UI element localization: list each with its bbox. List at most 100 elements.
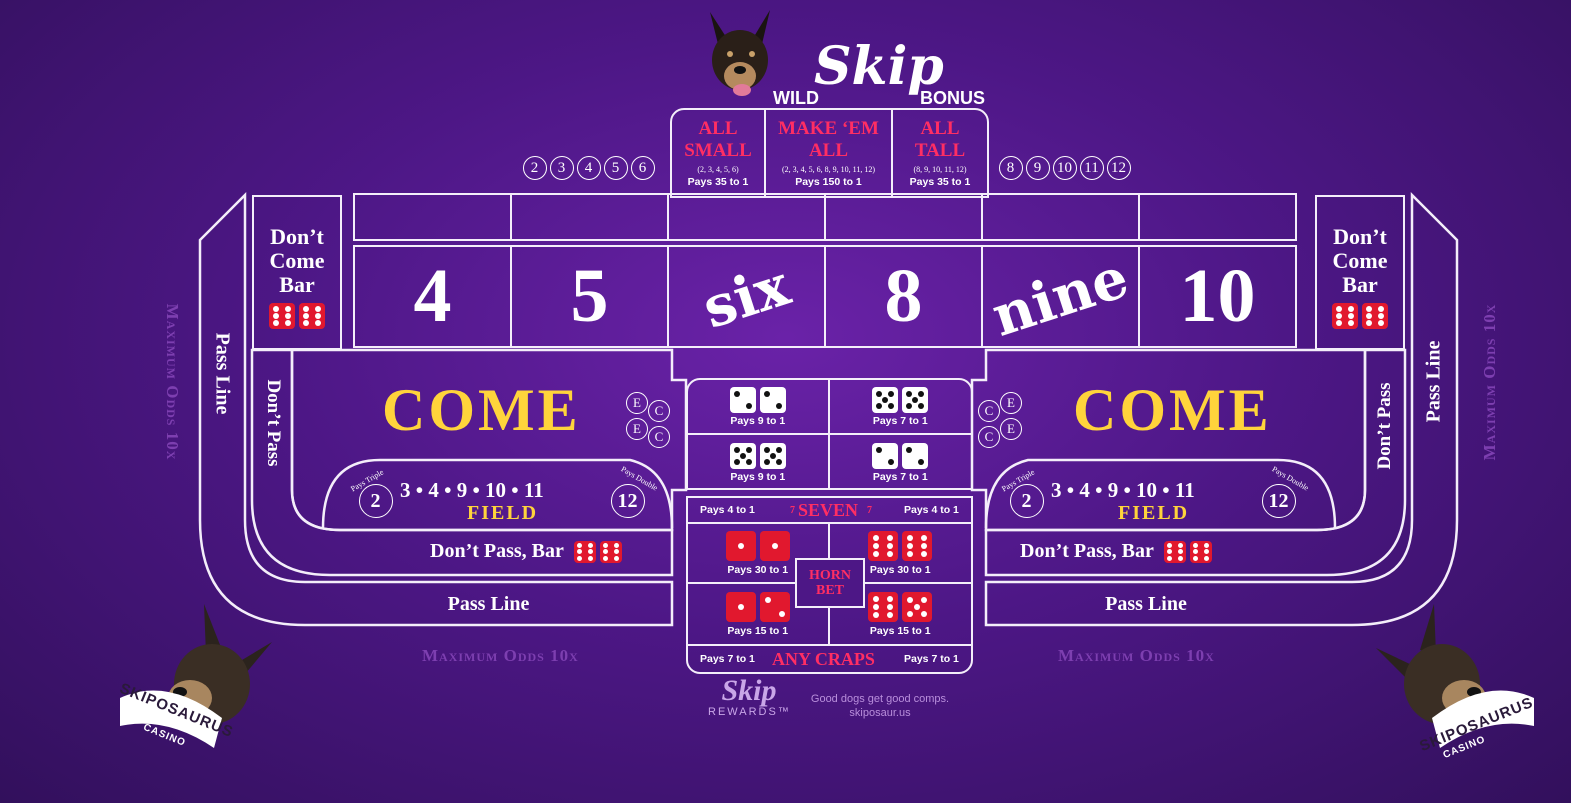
pass-line-bottom-right[interactable]: Pass Line [986,584,1306,624]
hard-10-dice-icon [872,386,929,413]
place-8[interactable]: 8 [824,245,983,348]
die-one-icon [725,530,756,561]
horn-line1: HORN [809,568,851,583]
hard-10[interactable]: Pays 7 to 1 [829,380,971,435]
buy-box-8[interactable] [824,193,983,241]
casino-logo-left: SKIPOSAURUS CASINO [112,598,282,768]
die-six-icon [573,540,596,563]
come-right-label[interactable]: COME [1073,376,1272,445]
all-small-bet[interactable]: ALL SMALL (2, 3, 4, 5, 6) Pays 35 to 1 [670,108,766,198]
seven-bet[interactable]: Pays 4 to 1 7 SEVEN 7 Pays 4 to 1 [686,496,973,524]
dcb-line2: Come [269,248,325,273]
horn-bet[interactable]: HORN BET [795,558,865,608]
dont-come-bar-left[interactable]: Don’t Come Bar [252,195,342,350]
seven-label: SEVEN [798,500,859,520]
place-5[interactable]: 5 [510,245,669,348]
horn-line2: BET [815,583,844,598]
pass-line-left-label[interactable]: Pass Line [211,324,234,424]
horn-area: Pays 30 to 1 Pays 30 to 1 Pays 15 to 1 P… [686,522,973,646]
ce-right[interactable]: CE CE [978,392,1022,448]
dog-head-icon [1376,604,1534,748]
dont-pass-bar-right[interactable]: Don’t Pass, Bar [1020,540,1212,563]
small-num-circle: 6 [630,156,655,180]
make-em-all-nums: (2, 3, 4, 5, 6, 8, 9, 10, 11, 12) [781,165,876,174]
place-4[interactable]: 4 [353,245,512,348]
die-six-icon [1332,303,1358,329]
die-six-icon [1362,303,1388,329]
die-three-icon [729,442,756,469]
hard-4-dice-icon [729,386,786,413]
die-six-icon [1163,540,1186,563]
ce-e[interactable]: E [1000,392,1022,414]
buy-box-9[interactable] [981,193,1140,241]
ce-e[interactable]: E [626,418,648,440]
any-craps-bet[interactable]: Pays 7 to 1 ANY CRAPS Pays 7 to 1 [686,644,973,674]
hard-8[interactable]: Pays 7 to 1 [830,435,972,490]
field-left[interactable]: Pays Triple 2 3 • 4 • 9 • 10 • 11 12 Pay… [345,464,670,528]
dont-pass-bar-left[interactable]: Don’t Pass, Bar [430,540,622,563]
die-one-icon [725,591,756,622]
pass-line-bottom-label: Pass Line [447,592,530,615]
footer-tagline: Good dogs get good comps. [810,693,950,705]
all-tall-bet[interactable]: ALL TALL (8, 9, 10, 11, 12) Pays 35 to 1 [891,108,989,198]
hard-10-pays: Pays 7 to 1 [872,414,928,427]
tall-num-circle: 11 [1079,156,1104,180]
die-three-icon [759,442,786,469]
field-12-circle: 12 [1261,484,1296,518]
dont-pass-bar-label: Don’t Pass, Bar [1020,540,1154,562]
die-two-icon [759,591,790,622]
die-four-icon [902,442,929,469]
field-numbers: 3 • 4 • 9 • 10 • 11 [1051,478,1195,502]
place-10[interactable]: 10 [1138,245,1297,348]
buy-box-10[interactable] [1138,193,1297,241]
bar-dice-icon [1332,303,1388,329]
dont-come-bar-right[interactable]: Don’t Come Bar [1315,195,1405,350]
die-six-icon [299,303,325,329]
buy-box-6[interactable] [667,193,826,241]
ce-e[interactable]: E [1000,418,1022,440]
tall-number-circles: 8 9 10 11 12 [997,156,1132,180]
die-five-icon [872,386,899,413]
place-9[interactable]: nine [981,244,1140,349]
small-num-circle: 2 [522,156,547,180]
buy-box-4[interactable] [353,193,512,241]
skip-rewards-script: Skip [721,674,777,707]
place-4-label: 4 [413,254,452,338]
die-four-icon [872,442,899,469]
all-tall-title2: TALL [914,140,966,161]
come-left-label[interactable]: COME [382,376,581,445]
dcb-line2: Come [1332,248,1388,273]
ce-c[interactable]: C [648,426,670,448]
die-five-icon [902,386,929,413]
ce-c[interactable]: C [978,400,1000,422]
hard-4[interactable]: Pays 9 to 1 [688,380,830,435]
make-em-all-bet[interactable]: MAKE ‘EM ALL (2, 3, 4, 5, 6, 8, 9, 10, 1… [764,108,893,198]
tall-num-circle: 10 [1052,156,1077,180]
pass-line-right-label[interactable]: Pass Line [1423,332,1446,432]
ce-left[interactable]: EC EC [626,392,670,448]
bar-dice-icon [573,540,622,563]
yo-pays: Pays 15 to 1 [869,624,931,637]
ce-c[interactable]: C [648,400,670,422]
die-six-icon [269,303,295,329]
place-6[interactable]: six [667,245,826,348]
buy-box-5[interactable] [510,193,669,241]
wild-label: WILD [773,88,819,108]
make-em-all-title1: MAKE ‘EM [778,118,879,139]
dont-pass-left-label[interactable]: Don’t Pass [262,368,284,478]
pass-line-bottom-left[interactable]: Pass Line [305,584,672,624]
field-right[interactable]: Pays Triple 2 3 • 4 • 9 • 10 • 11 12 Pay… [996,464,1321,528]
hard-6-dice-icon [729,442,786,469]
any-craps-pays-left: Pays 7 to 1 [700,653,755,665]
all-tall-title1: ALL [920,118,960,139]
ace-deuce-dice-icon [725,591,790,622]
hardways-area: Pays 9 to 1 Pays 7 to 1 Pays 9 to 1 Pays… [686,378,973,490]
dont-pass-right-label[interactable]: Don’t Pass [1374,371,1396,481]
place-5-label: 5 [570,254,609,338]
field-2-circle: 2 [358,484,393,518]
ce-c[interactable]: C [978,426,1000,448]
ce-e[interactable]: E [626,392,648,414]
hard-6[interactable]: Pays 9 to 1 [688,435,830,490]
small-num-circle: 3 [549,156,574,180]
footer-url[interactable]: skiposaur.us [800,706,960,720]
